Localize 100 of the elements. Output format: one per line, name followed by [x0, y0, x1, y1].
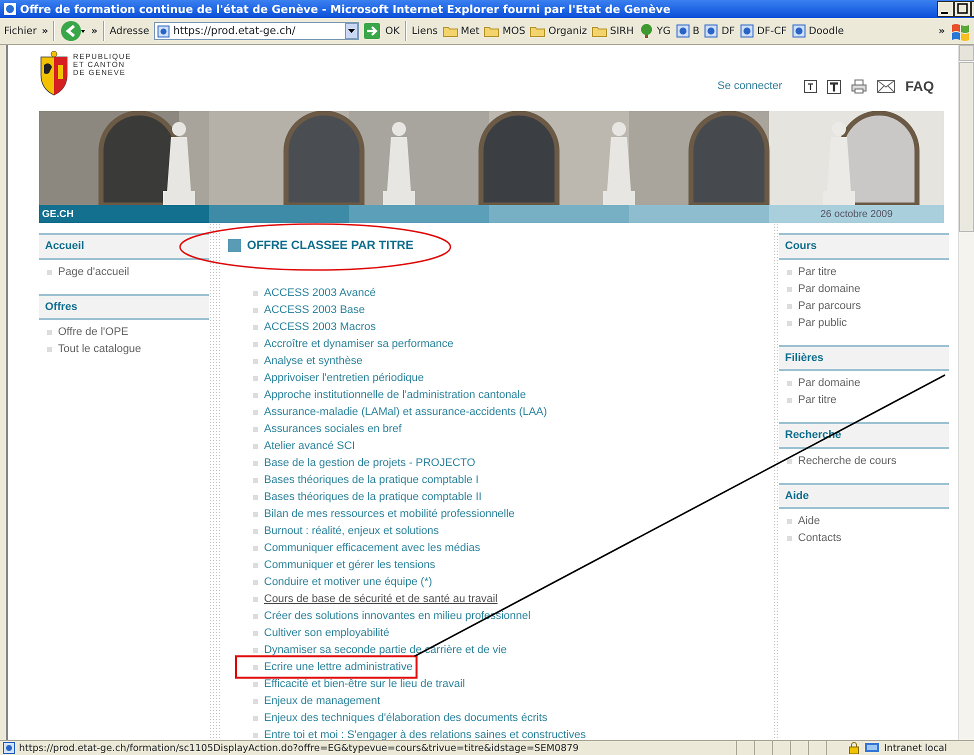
bullet-icon — [253, 529, 258, 534]
faq-link[interactable]: FAQ — [905, 76, 934, 97]
sidebar-link[interactable]: Aide — [798, 513, 820, 530]
links-label: Liens — [412, 26, 438, 36]
page-icon — [792, 24, 806, 38]
course-link[interactable]: Bilan de mes ressources et mobilité professionnelle — [264, 506, 515, 523]
sidebar-link[interactable]: Par titre — [798, 392, 837, 409]
bullet-icon — [47, 330, 52, 335]
chevron-button[interactable]: » — [91, 26, 98, 36]
course-link[interactable]: Cours de base de sécurité et de santé au travail — [264, 591, 498, 608]
address-field[interactable]: https://prod.etat-ge.ch/ — [154, 22, 360, 40]
login-link[interactable]: Se connecter — [717, 78, 782, 94]
course-link[interactable]: Atelier avancé SCI — [264, 438, 356, 455]
course-link[interactable]: Bases théoriques de la pratique comptable II — [264, 489, 482, 506]
windows-logo-icon — [950, 21, 970, 41]
back-button[interactable] — [60, 20, 86, 42]
course-link[interactable]: Efficacité et bien-être sur le lieu de travail — [264, 676, 465, 693]
sidebar-link[interactable]: Par parcours — [798, 298, 861, 314]
bullet-icon — [253, 444, 258, 449]
bullet-icon — [253, 478, 258, 483]
course-link[interactable]: Enjeux des techniques d'élaboration des documents écrits — [264, 710, 548, 727]
sidebar-link[interactable]: Par domaine — [798, 375, 860, 392]
link-button[interactable]: MOS — [502, 26, 526, 36]
course-link[interactable]: Cultiver son employabilité — [264, 625, 390, 642]
course-link[interactable]: Enjeux de management — [264, 693, 380, 710]
course-link[interactable]: Accroître et dynamiser sa performance — [264, 336, 454, 353]
course-link[interactable]: ACCESS 2003 Macros — [264, 319, 376, 336]
bullet-icon — [253, 427, 258, 432]
sidebar-heading: Accueil — [39, 233, 209, 260]
sidebar-link[interactable]: Tout le catalogue — [58, 341, 142, 358]
minimize-button[interactable] — [937, 1, 954, 17]
sidebar-link[interactable]: Par domaine — [798, 280, 860, 298]
course-link[interactable]: Communiquer efficacement avec les médias — [264, 540, 480, 557]
bullet-icon — [253, 716, 258, 721]
folder-icon — [530, 25, 546, 37]
sidebar-link[interactable]: Contacts — [798, 530, 842, 547]
bullet-icon — [787, 304, 792, 308]
bullet-icon — [253, 495, 258, 500]
link-button[interactable]: YG — [656, 26, 671, 36]
course-link[interactable]: Communiquer et gérer les tensions — [264, 557, 436, 574]
tree-icon — [638, 24, 654, 38]
course-link[interactable]: Apprivoiser l'entretien périodique — [264, 370, 424, 387]
folder-icon — [484, 25, 500, 37]
course-link[interactable]: Approche institutionnelle de l'administration cantonale — [264, 387, 526, 404]
go-arrow-icon[interactable] — [364, 23, 380, 39]
maximize-button[interactable] — [954, 1, 971, 17]
bullet-icon — [253, 291, 258, 296]
bullet-icon — [253, 325, 258, 330]
go-button[interactable]: OK — [385, 26, 400, 36]
bullet-icon — [253, 665, 258, 670]
chevron-button[interactable]: » — [42, 26, 48, 36]
sidebar-link[interactable]: Recherche de cours — [798, 452, 896, 470]
link-button[interactable]: Doodle — [808, 26, 844, 36]
course-link[interactable]: Assurance-maladie (LAMal) et assurance-accidents (LAA) — [264, 404, 548, 421]
zone-text: Intranet local — [884, 742, 948, 754]
bullet-icon — [787, 270, 792, 274]
sidebar-heading: Cours — [779, 233, 949, 260]
link-button[interactable]: SIRH — [610, 26, 634, 36]
course-link[interactable]: Analyse et synthèse — [264, 353, 362, 370]
menu-item[interactable]: Fichier — [4, 26, 37, 36]
sidebar-heading: Aide — [779, 482, 949, 509]
sidebar-link[interactable]: Page d'accueil — [58, 264, 130, 280]
course-link[interactable]: ACCESS 2003 Avancé — [264, 285, 376, 302]
link-button[interactable]: DF — [721, 26, 735, 36]
chevron-button[interactable]: » — [938, 26, 945, 36]
sidebar-link[interactable]: Offre de l'OPE — [58, 324, 128, 341]
print-icon[interactable] — [851, 79, 868, 94]
course-link[interactable]: Conduire et motiver une équipe (*) — [264, 574, 432, 591]
bullet-icon — [253, 393, 258, 398]
folder-icon — [442, 25, 458, 37]
bullet-icon — [47, 347, 52, 352]
course-link[interactable]: Dynamiser sa seconde partie de carrière et de vie — [264, 642, 507, 659]
course-link[interactable]: Bases théoriques de la pratique comptable I — [264, 472, 479, 489]
course-link[interactable]: ACCESS 2003 Base — [264, 302, 365, 319]
bullet-icon — [787, 398, 792, 403]
scrollbar-thumb[interactable] — [959, 62, 974, 232]
page-icon — [3, 742, 15, 754]
link-button[interactable]: B — [692, 26, 700, 36]
page-icon — [704, 24, 718, 38]
bullet-icon — [787, 519, 792, 524]
bullet-icon — [253, 733, 258, 738]
address-label: Adresse — [110, 26, 150, 36]
course-link[interactable]: Assurances sociales en bref — [264, 421, 402, 438]
mail-icon[interactable] — [877, 80, 896, 93]
bullet-icon — [787, 536, 792, 541]
page-heading: OFFRE CLASSEE PAR TITRE — [247, 237, 414, 254]
course-link[interactable]: Base de la gestion de projets - PROJECTO — [264, 455, 476, 472]
small-text-icon[interactable] — [804, 80, 818, 93]
link-button[interactable]: Organiz — [548, 26, 587, 36]
bullet-icon — [253, 376, 258, 381]
sidebar-link[interactable]: Par titre — [798, 264, 837, 280]
dropdown-icon[interactable] — [345, 23, 358, 39]
link-button[interactable]: Met — [460, 26, 480, 36]
course-link[interactable]: Burnout : réalité, enjeux et solutions — [264, 523, 439, 540]
large-text-icon[interactable] — [827, 80, 842, 94]
page-icon — [740, 24, 754, 38]
link-button[interactable]: DF-CF — [756, 26, 787, 36]
bullet-icon — [787, 286, 792, 292]
sidebar-link[interactable]: Par public — [798, 314, 847, 332]
bullet-icon — [253, 597, 258, 602]
